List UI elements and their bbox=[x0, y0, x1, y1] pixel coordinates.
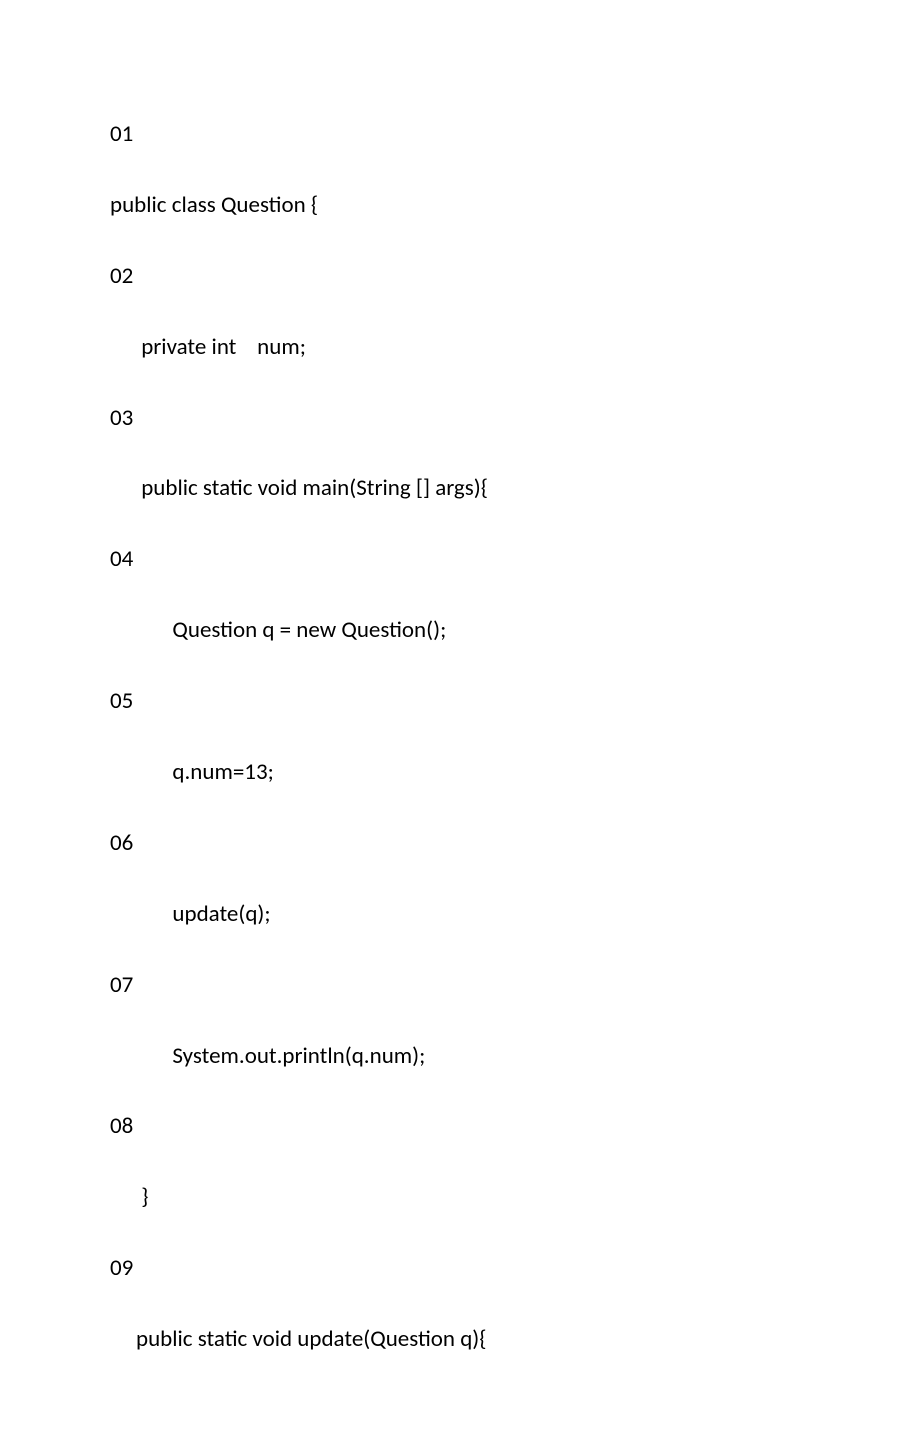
code-line: 04 bbox=[110, 545, 810, 575]
code-line: } bbox=[110, 1183, 810, 1213]
code-line: 08 bbox=[110, 1112, 810, 1142]
code-line: 05 bbox=[110, 687, 810, 717]
code-line: q.num=13; bbox=[110, 758, 810, 788]
code-line: private int num; bbox=[110, 333, 810, 363]
code-line: 02 bbox=[110, 262, 810, 292]
code-document: 01 public class Question { 02 private in… bbox=[0, 0, 920, 1456]
code-line: 07 bbox=[110, 971, 810, 1001]
code-line: public class Question { bbox=[110, 191, 810, 221]
code-line: Question q = new Question(); bbox=[110, 616, 810, 646]
code-line: public static void update(Question q){ bbox=[110, 1325, 810, 1355]
code-line: System.out.println(q.num); bbox=[110, 1042, 810, 1072]
code-line: update(q); bbox=[110, 900, 810, 930]
code-line: 01 bbox=[110, 120, 810, 150]
code-line: 03 bbox=[110, 404, 810, 434]
code-line: public static void main(String [] args){ bbox=[110, 474, 810, 504]
code-line: 09 bbox=[110, 1254, 810, 1284]
code-line: 06 bbox=[110, 829, 810, 859]
